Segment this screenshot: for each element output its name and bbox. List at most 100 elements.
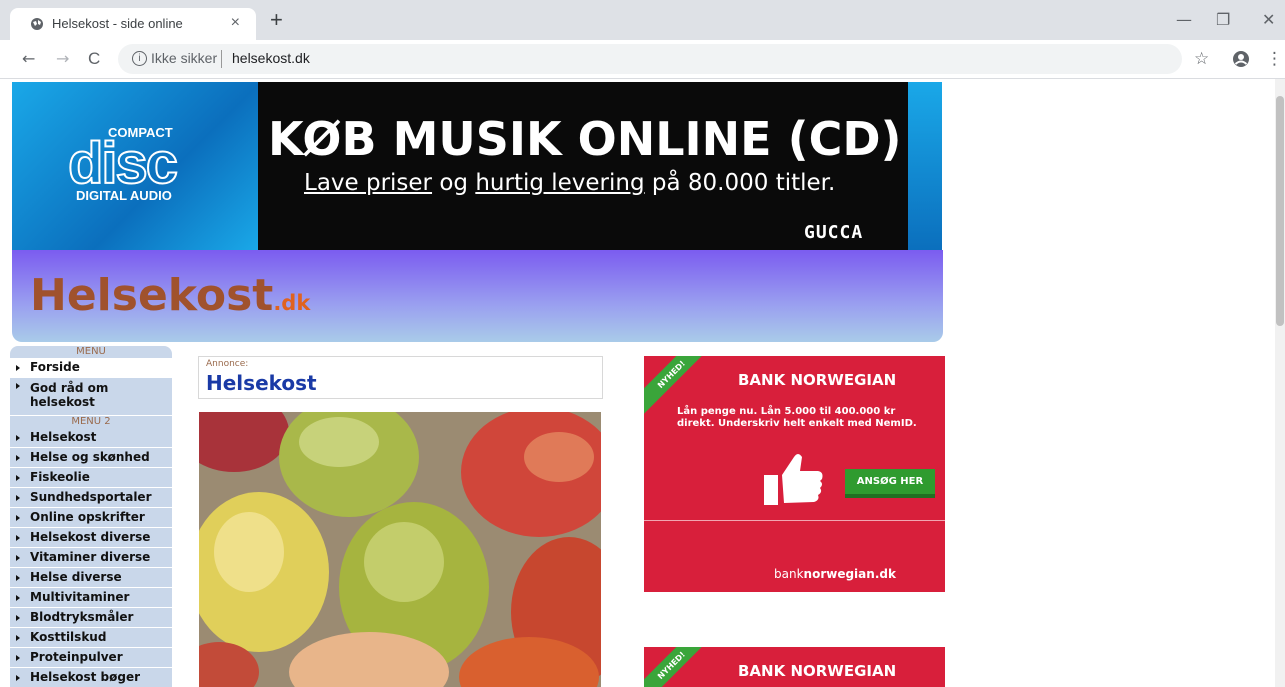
- page-scrollbar[interactable]: [1275, 79, 1285, 687]
- menu-arrow-icon: [16, 615, 20, 621]
- menu-item-label: Helsekost diverse: [30, 530, 151, 544]
- browser-tab[interactable]: Helsekost - side online ×: [10, 8, 256, 40]
- menu-arrow-icon: [16, 595, 20, 601]
- bookmark-star-icon[interactable]: ☆: [1194, 49, 1209, 69]
- site-logo-main: Helsekost: [30, 270, 274, 321]
- restore-icon[interactable]: ❐: [1216, 10, 1230, 29]
- banner-subline: Lave priser og hurtig levering på 80.000…: [304, 170, 835, 196]
- thumbs-up-icon: [764, 454, 823, 505]
- divider: [221, 50, 222, 68]
- menu-item-label: God råd om helsekost: [30, 381, 109, 409]
- banner-side-strip: [908, 82, 942, 250]
- bank-norwegian-ad-2[interactable]: NYHED! BANK NORWEGIAN: [644, 647, 945, 687]
- ad-domain-dk: .dk: [874, 567, 896, 581]
- site-logo-suffix: .dk: [273, 291, 311, 315]
- menu-item-label: Sundhedsportaler: [30, 490, 152, 504]
- menu-item-forside[interactable]: Forside: [10, 358, 172, 378]
- menu-item-god-raad[interactable]: God råd om helsekost: [10, 378, 172, 416]
- back-icon[interactable]: ←: [22, 49, 35, 68]
- account-icon[interactable]: [1232, 50, 1250, 68]
- ad-domain-bank: bank: [774, 567, 804, 581]
- menu-item-label: Multivitaminer: [30, 590, 130, 604]
- menu-item-helsekost[interactable]: Helsekost: [10, 428, 172, 448]
- menu-item-kosttilskud[interactable]: Kosttilskud: [10, 628, 172, 648]
- menu-item-label: Helse diverse: [30, 570, 122, 584]
- globe-icon: [31, 18, 43, 30]
- menu-arrow-icon: [16, 635, 20, 641]
- menu-item-multivitaminer[interactable]: Multivitaminer: [10, 588, 172, 608]
- ad-domain[interactable]: banknorwegian.dk: [774, 567, 896, 581]
- site-logo[interactable]: Helsekost.dk: [30, 270, 310, 321]
- page-viewport: COMPACT disc DIGITAL AUDIO KØB MUSIK ONL…: [0, 79, 1285, 687]
- ad-domain-norwegian: norwegian: [803, 567, 875, 581]
- menu-arrow-icon: [16, 495, 20, 501]
- menu-item-label: Helsekost bøger: [30, 670, 141, 684]
- menu-heading-2: MENU 2: [71, 416, 111, 427]
- menu-item-label: Proteinpulver: [30, 650, 123, 664]
- ad-title: BANK NORWEGIAN: [738, 662, 897, 680]
- menu-item-sundhedsportaler[interactable]: Sundhedsportaler: [10, 488, 172, 508]
- annonce-label: Annonce:: [206, 359, 249, 369]
- menu-item-vitaminer-diverse[interactable]: Vitaminer diverse: [10, 548, 172, 568]
- fruit-photo: [199, 412, 601, 687]
- banner-link-delivery: hurtig levering: [475, 170, 645, 196]
- ad-text: Lån penge nu. Lån 5.000 til 400.000 kr d…: [677, 406, 917, 429]
- tab-title: Helsekost - side online: [52, 16, 183, 31]
- menu-arrow-icon: [16, 655, 20, 661]
- menu-item-helse-skoenhed[interactable]: Helse og skønhed: [10, 448, 172, 468]
- menu-item-label: Helse og skønhed: [30, 450, 150, 464]
- close-window-icon[interactable]: ✕: [1262, 10, 1275, 29]
- tab-close-icon[interactable]: ×: [231, 14, 240, 32]
- menu-arrow-icon: [16, 555, 20, 561]
- menu-item-blodtryksmaaler[interactable]: Blodtryksmåler: [10, 608, 172, 628]
- browser-toolbar: ← → C i Ikke sikker helsekost.dk ☆ ⋮: [0, 40, 1285, 79]
- banner-sub-text: og: [432, 170, 476, 196]
- url-text[interactable]: helsekost.dk: [232, 50, 310, 66]
- annonce-box: Annonce: Helsekost: [198, 356, 603, 399]
- fruit-image: [199, 412, 601, 687]
- security-status[interactable]: Ikke sikker: [151, 50, 217, 66]
- new-tab-button[interactable]: +: [270, 9, 283, 31]
- menu-arrow-icon: [16, 535, 20, 541]
- menu-item-helsekost-diverse[interactable]: Helsekost diverse: [10, 528, 172, 548]
- menu-item-label: Vitaminer diverse: [30, 550, 151, 564]
- menu-item-label: Fiskeolie: [30, 470, 90, 484]
- menu-arrow-icon: [16, 455, 20, 461]
- menu-arrow-icon: [16, 575, 20, 581]
- bank-norwegian-ad[interactable]: NYHED! BANK NORWEGIAN Lån penge nu. Lån …: [644, 356, 945, 592]
- browser-tab-bar: Helsekost - side online × + — ❐ ✕: [0, 0, 1285, 40]
- menu-item-label: Kosttilskud: [30, 630, 107, 644]
- cd-digital-audio-text: DIGITAL AUDIO: [76, 188, 172, 203]
- music-banner-ad[interactable]: COMPACT disc DIGITAL AUDIO KØB MUSIK ONL…: [12, 82, 942, 250]
- address-bar[interactable]: i Ikke sikker helsekost.dk: [118, 44, 1182, 74]
- menu-item-label: Online opskrifter: [30, 510, 145, 524]
- forward-icon[interactable]: →: [56, 49, 69, 68]
- menu-item-helse-diverse[interactable]: Helse diverse: [10, 568, 172, 588]
- menu-heading: MENU: [76, 346, 106, 357]
- cd-disc-logo: disc: [67, 130, 179, 197]
- menu-arrow-icon: [16, 515, 20, 521]
- menu-item-helsekost-boeger[interactable]: Helsekost bøger: [10, 668, 172, 687]
- menu-arrow-icon: [16, 475, 20, 481]
- apply-button[interactable]: ANSØG HER: [845, 469, 935, 498]
- minimize-icon[interactable]: —: [1176, 10, 1192, 29]
- info-icon[interactable]: i: [132, 51, 147, 66]
- menu-item-label: Helsekost: [30, 430, 97, 444]
- site-header: Helsekost.dk: [12, 250, 943, 342]
- menu-item-online-opskrifter[interactable]: Online opskrifter: [10, 508, 172, 528]
- menu-item-fiskeolie[interactable]: Fiskeolie: [10, 468, 172, 488]
- scroll-thumb[interactable]: [1276, 96, 1284, 326]
- menu-arrow-icon: [16, 365, 20, 371]
- page-title: Helsekost: [206, 371, 317, 395]
- ad-title: BANK NORWEGIAN: [738, 371, 897, 389]
- reload-icon[interactable]: C: [88, 49, 100, 69]
- menu-item-proteinpulver[interactable]: Proteinpulver: [10, 648, 172, 668]
- menu-item-label: Forside: [30, 360, 80, 374]
- left-menu: MENU Forside God råd om helsekost MENU 2…: [10, 346, 172, 687]
- banner-link-prices: Lave priser: [304, 170, 433, 196]
- ad-divider: [644, 520, 945, 521]
- menu-arrow-icon: [16, 435, 20, 441]
- banner-headline: KØB MUSIK ONLINE (CD): [268, 112, 902, 166]
- menu-item-label: Blodtryksmåler: [30, 610, 134, 624]
- browser-menu-icon[interactable]: ⋮: [1266, 49, 1283, 69]
